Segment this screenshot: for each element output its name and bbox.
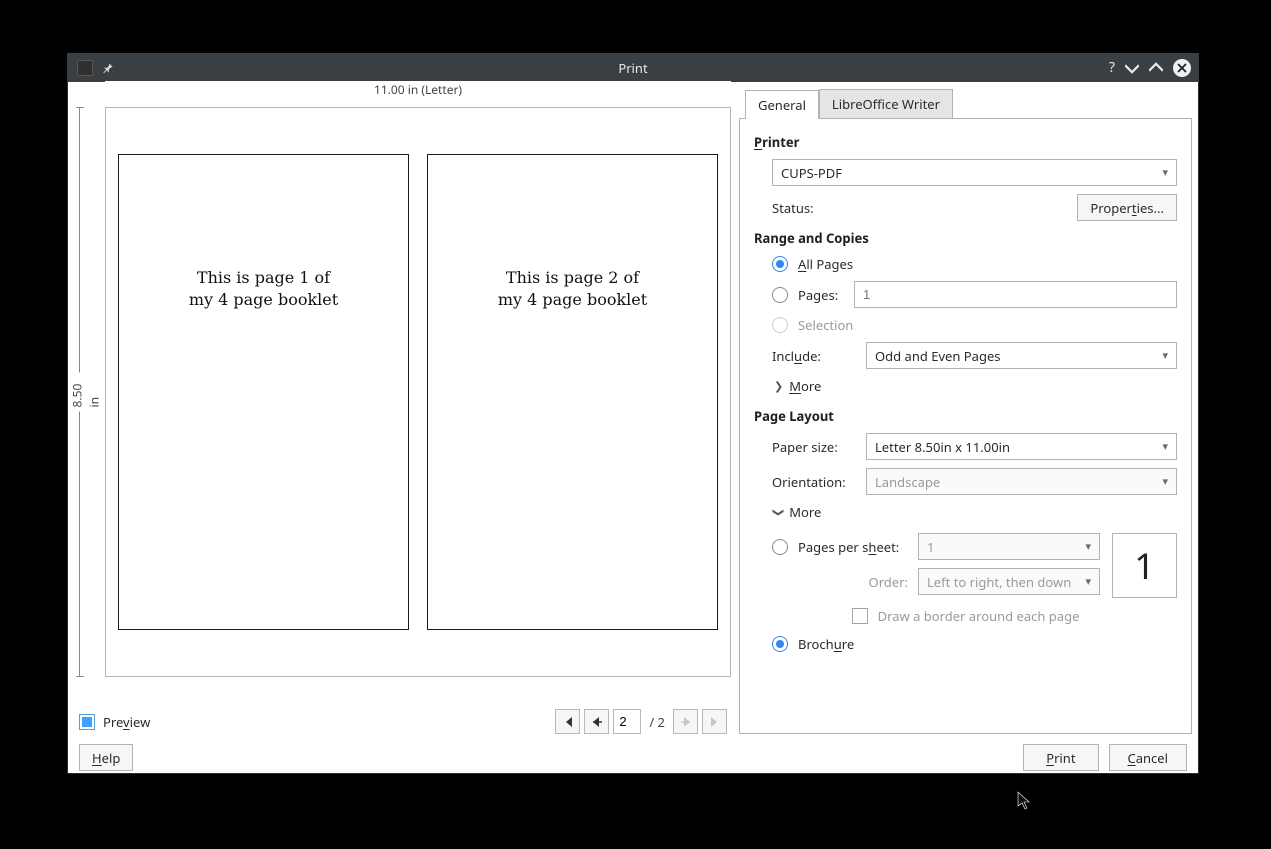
maximize-icon[interactable] xyxy=(1149,61,1163,75)
printer-select-value: CUPS-PDF xyxy=(781,164,842,182)
pages-per-sheet-value: 1 xyxy=(927,538,934,556)
pages-per-sheet-select: 1 ▾ xyxy=(918,533,1100,560)
radio-pages-per-sheet[interactable] xyxy=(772,539,788,555)
prev-page-button[interactable] xyxy=(584,709,609,734)
layout-heading: Page Layout xyxy=(754,407,1177,425)
preview-page-1: This is page 1 of my 4 page booklet xyxy=(118,154,409,630)
pages-per-sheet-thumb-value: 1 xyxy=(1134,541,1155,590)
tab-general[interactable]: General xyxy=(745,90,819,119)
printer-heading: Printer xyxy=(754,133,1177,151)
print-button[interactable]: Print xyxy=(1023,744,1098,771)
preview-page-1-line2: my 4 page booklet xyxy=(189,289,338,311)
draw-border-label: Draw a border around each page xyxy=(878,607,1080,625)
chevron-down-icon: ▾ xyxy=(1162,439,1168,454)
preview-checkbox[interactable] xyxy=(79,714,95,730)
tab-libreoffice-writer[interactable]: LibreOffice Writer xyxy=(819,89,953,118)
orientation-select: Landscape ▾ xyxy=(866,468,1177,495)
ruler-left: 8.50 in xyxy=(79,107,105,677)
order-value: Left to right, then down xyxy=(927,573,1071,591)
chevron-down-icon: ▾ xyxy=(1085,539,1091,554)
tabs: General LibreOffice Writer xyxy=(745,89,1192,118)
status-label: Status: xyxy=(772,199,814,217)
help-button[interactable]: Help xyxy=(79,744,133,771)
general-panel: Printer CUPS-PDF ▾ Status: Properties...… xyxy=(739,118,1192,734)
radio-selection xyxy=(772,317,788,333)
print-dialog: Print ? 11.00 in (Letter) xyxy=(67,53,1199,774)
app-icon xyxy=(77,60,93,76)
include-select[interactable]: Odd and Even Pages ▾ xyxy=(866,342,1177,369)
orientation-value: Landscape xyxy=(875,473,940,491)
preview-page-2: This is page 2 of my 4 page booklet xyxy=(427,154,718,630)
preview-page-2-line1: This is page 2 of xyxy=(506,267,639,289)
order-select: Left to right, then down ▾ xyxy=(918,568,1100,595)
range-heading: Range and Copies xyxy=(754,229,1177,247)
close-icon[interactable] xyxy=(1173,59,1191,77)
paper-size-value: Letter 8.50in x 11.00in xyxy=(875,438,1010,456)
chevron-right-icon: ❯ xyxy=(774,379,783,394)
all-pages-label: All Pages xyxy=(798,255,853,273)
chevron-down-icon: ▾ xyxy=(1162,165,1168,180)
ruler-top: 11.00 in (Letter) xyxy=(105,89,731,107)
pages-per-sheet-thumb: 1 xyxy=(1112,533,1177,598)
chevron-down-icon: ❯ xyxy=(771,507,786,516)
dialog-buttons: Help Print Cancel xyxy=(67,734,1199,783)
radio-brochure[interactable] xyxy=(772,636,788,652)
preview-page-1-line1: This is page 1 of xyxy=(197,267,330,289)
properties-button[interactable]: Properties... xyxy=(1077,194,1177,221)
page-count-label: / 2 xyxy=(645,713,669,731)
cancel-button[interactable]: Cancel xyxy=(1109,744,1187,771)
chevron-down-icon: ▾ xyxy=(1085,574,1091,589)
preview-checkbox-label: Preview xyxy=(103,713,150,731)
order-label: Order: xyxy=(798,573,908,591)
first-page-button[interactable] xyxy=(555,709,580,734)
page-width-label: 11.00 in (Letter) xyxy=(105,81,731,98)
draw-border-checkbox xyxy=(852,608,868,624)
last-page-button[interactable] xyxy=(702,709,727,734)
radio-all-pages[interactable] xyxy=(772,256,788,272)
print-preview: 11.00 in (Letter) 8.50 in This is page 1… xyxy=(79,89,731,689)
paper-size-label: Paper size: xyxy=(772,438,856,456)
range-more-toggle[interactable]: ❯ More xyxy=(774,377,1177,395)
chevron-down-icon: ▾ xyxy=(1162,348,1168,363)
pages-per-sheet-label: Pages per sheet: xyxy=(798,538,908,556)
printer-select[interactable]: CUPS-PDF ▾ xyxy=(772,159,1177,186)
preview-sheet: This is page 1 of my 4 page booklet This… xyxy=(105,107,731,677)
brochure-label: Brochure xyxy=(798,635,854,653)
pages-label: Pages: xyxy=(798,286,844,304)
next-page-button[interactable] xyxy=(673,709,698,734)
page-height-label: 8.50 in xyxy=(69,373,103,412)
pin-icon[interactable] xyxy=(101,61,115,75)
orientation-label: Orientation: xyxy=(772,473,856,491)
pages-input[interactable] xyxy=(854,281,1177,308)
chevron-down-icon: ▾ xyxy=(1162,474,1168,489)
include-label: Include: xyxy=(772,347,856,365)
window-title: Print xyxy=(67,59,1199,77)
paper-size-select[interactable]: Letter 8.50in x 11.00in ▾ xyxy=(866,433,1177,460)
layout-more-toggle[interactable]: ❯ More xyxy=(774,503,1177,521)
current-page-input[interactable] xyxy=(613,709,641,734)
help-titlebar-icon[interactable]: ? xyxy=(1109,58,1115,77)
radio-pages[interactable] xyxy=(772,287,788,303)
minimize-icon[interactable] xyxy=(1125,61,1139,75)
titlebar: Print ? xyxy=(67,53,1199,82)
include-value: Odd and Even Pages xyxy=(875,347,1001,365)
selection-label: Selection xyxy=(798,316,853,334)
preview-page-2-line2: my 4 page booklet xyxy=(498,289,647,311)
cursor-icon xyxy=(1017,791,1033,811)
